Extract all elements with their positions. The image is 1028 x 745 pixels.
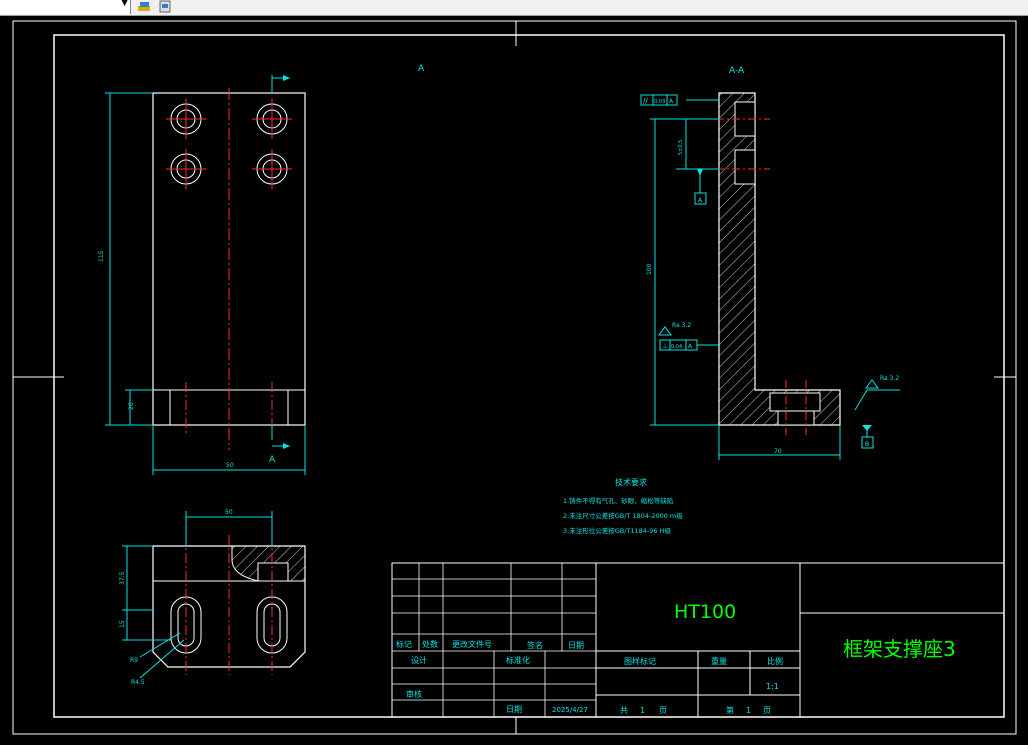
tb-qianming: 签名	[527, 640, 543, 650]
gdt-datum-a1: A	[669, 98, 674, 105]
tb-biaozhunhua: 标准化	[506, 655, 530, 665]
gdt-datum-b: B	[865, 441, 869, 448]
dim-5: 5±0.5	[678, 140, 684, 155]
tb-chushu: 处数	[422, 639, 438, 649]
section-view: // 0.03 A A ⊥ 0.04 A B Ra 3.2 Ra 3.2 5±0…	[640, 92, 900, 460]
tech-line-2: 2.未注尺寸公差按GB/T 1804-2000 m级	[563, 511, 683, 520]
gdt-datum-a-box: A	[698, 197, 703, 204]
dim-r4-5: R4.5	[131, 679, 145, 686]
dim-115: 115	[98, 250, 105, 262]
tb-gong: 共	[620, 706, 628, 715]
section-arrow-label: A	[269, 455, 276, 465]
tb-biaoji: 标记	[396, 639, 412, 649]
center-marks	[13, 21, 1016, 734]
gdt-par: //	[643, 97, 648, 105]
tb-gong-n: 1	[640, 706, 645, 715]
tb-di: 第	[726, 705, 734, 715]
gdt-datum-a2: A	[688, 343, 693, 350]
tb-date: 2025/4/27	[552, 706, 588, 714]
outer-frame	[12, 20, 1017, 735]
view-label-a: A	[418, 64, 425, 74]
roughness-1: Ra 3.2	[672, 322, 691, 329]
front-view: 115 20 50 A	[98, 75, 306, 475]
tb-scale: 1:1	[766, 682, 779, 691]
tb-sheji: 设计	[411, 655, 427, 665]
layer-dropdown[interactable]: ▼	[0, 0, 131, 14]
tech-title: 技术要求	[615, 477, 647, 487]
inner-frame	[53, 34, 1005, 718]
tb-shenhe: 审核	[406, 689, 422, 699]
tb-di-n: 1	[746, 706, 751, 715]
dim-15: 15	[119, 620, 126, 628]
layer-properties-icon[interactable]	[137, 0, 151, 13]
dim-20: 20	[128, 402, 135, 410]
tb-bili: 比例	[767, 656, 783, 666]
gdt-tol2: 0.04	[671, 344, 682, 350]
tb-gengai: 更改文件号	[452, 639, 492, 649]
tb-riqi: 日期	[568, 641, 584, 650]
tech-line-3: 3.未注形位公差按GB/T1184-96 H级	[563, 526, 671, 535]
tb-ye2: 页	[763, 706, 771, 715]
top-view: 50 37.5 15 R9 R4.5	[119, 509, 306, 686]
dim-70: 70	[774, 448, 782, 455]
drawing-canvas[interactable]: 115 20 50 A A A-A // 0.03 A A ⊥ 0.04 A B…	[0, 15, 1028, 741]
tb-zhongliang: 重量	[711, 656, 727, 666]
dim-100: 100	[646, 263, 653, 275]
dim-37-5: 37.5	[119, 571, 126, 585]
tb-material: HT100	[674, 601, 736, 623]
tech-line-1: 1.铸件不得有气孔、砂眼、缩松等缺陷	[563, 496, 673, 505]
toolbar: ▼	[0, 0, 1028, 16]
chevron-down-icon[interactable]: ▼	[121, 0, 128, 8]
gdt-tol1: 0.03	[654, 99, 665, 105]
drawing-svg: 115 20 50 A A A-A // 0.03 A A ⊥ 0.04 A B…	[12, 20, 1017, 735]
gdt-perp: ⊥	[662, 342, 668, 350]
layer-states-icon[interactable]	[158, 0, 172, 13]
dim-50-top: 50	[225, 509, 233, 516]
roughness-2: Ra 3.2	[880, 375, 899, 382]
dim-r9: R9	[130, 657, 138, 664]
tb-riqi2: 日期	[506, 705, 522, 714]
dim-50: 50	[226, 462, 234, 469]
view-label-aa: A-A	[729, 66, 745, 76]
tb-ye: 页	[659, 706, 667, 715]
tb-part-name: 框架支撑座3	[843, 637, 956, 661]
tb-tuyang: 图样标记	[624, 656, 656, 666]
